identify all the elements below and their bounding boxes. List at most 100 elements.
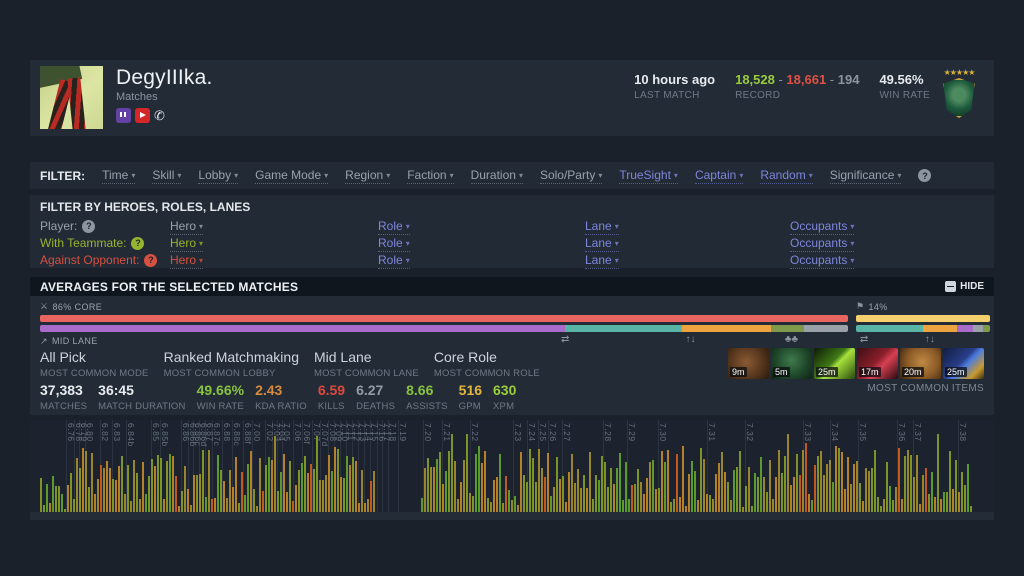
twitch-icon[interactable]	[116, 108, 131, 123]
dropdown-player-hero[interactable]: Hero▾	[170, 219, 203, 235]
filter-dropdown-label: Faction	[407, 168, 446, 182]
averages-panel: ⚔ 86% CORE ↗ MID LANE ⇄↑↓♣♣ ⚑ 14% ⇄↑↓ Al…	[30, 296, 994, 415]
item-boots-of-travel-icon[interactable]: 20m	[900, 348, 941, 379]
filter-dropdown-skill[interactable]: Skill▾	[152, 168, 181, 184]
stat-xpm: 630XPM	[493, 382, 516, 412]
filter-dropdown-game-mode[interactable]: Game Mode▾	[255, 168, 328, 184]
dropdown-opponent-occupants[interactable]: Occupants▾	[790, 253, 854, 269]
filter-dropdown-label: Skill	[152, 168, 174, 182]
item-bloodthorn-icon[interactable]: 17m	[857, 348, 898, 379]
histogram-bar	[868, 471, 870, 512]
record-stat: 18,528 - 18,661 - 194 RECORD	[735, 72, 859, 101]
item-ethereal-blade-icon[interactable]: 25m	[814, 348, 855, 379]
chevron-down-icon: ▾	[406, 239, 410, 248]
histogram-bar	[910, 455, 912, 512]
trees-icon: ♣♣	[785, 334, 798, 345]
lane-segment	[856, 325, 923, 332]
dropdown-teammate-role[interactable]: Role▾	[378, 236, 410, 252]
dropdown-opponent-hero[interactable]: Hero▾	[170, 253, 203, 269]
patch-tick-label: 7.22	[470, 423, 480, 442]
histogram-bar	[814, 465, 816, 512]
histogram-bar	[184, 466, 186, 512]
histogram-bar	[373, 471, 375, 512]
hero-filter-row-teammate: With Teammate:?Hero▾Role▾Lane▾Occupants▾	[40, 235, 984, 252]
histogram-bar	[832, 482, 834, 512]
most-common-role: Core RoleMOST COMMON ROLE	[434, 349, 540, 379]
core-role-graph: ⚔ 86% CORE ↗ MID LANE ⇄↑↓♣♣	[40, 301, 848, 348]
item-helm-icon[interactable]: 5m	[771, 348, 812, 379]
histogram-bar	[268, 457, 270, 512]
histogram-bar	[46, 484, 48, 512]
filter-dropdown-label: Significance	[830, 168, 895, 182]
minus-square-icon	[945, 281, 956, 292]
histogram-bar	[931, 472, 933, 512]
stat-value: 36:45	[98, 382, 185, 398]
item-boots-icon[interactable]: 9m	[728, 348, 769, 379]
phone-icon[interactable]: ✆	[154, 108, 165, 123]
histogram-bar	[952, 489, 954, 512]
histogram-bar	[940, 499, 942, 512]
histogram-bar	[571, 454, 573, 512]
dropdown-opponent-lane[interactable]: Lane▾	[585, 253, 619, 269]
filter-dropdown-solo-party[interactable]: Solo/Party▾	[540, 168, 602, 184]
histogram-bar	[865, 468, 867, 512]
patch-tick-label: 6.83	[112, 423, 122, 442]
dropdown-teammate-hero[interactable]: Hero▾	[170, 236, 203, 252]
filter-dropdown-duration[interactable]: Duration▾	[471, 168, 523, 184]
patch-tick-label: 7.29	[627, 423, 637, 442]
histogram-bar	[250, 451, 252, 512]
histogram-bar	[829, 460, 831, 512]
dropdown-player-role[interactable]: Role▾	[378, 219, 410, 235]
filter-dropdown-faction[interactable]: Faction▾	[407, 168, 453, 184]
filter-help-icon[interactable]: ?	[918, 169, 931, 182]
filter-dropdown-random[interactable]: Random▾	[760, 168, 812, 184]
filter-dropdown-truesight[interactable]: TrueSight▾	[619, 168, 678, 184]
help-icon[interactable]: ?	[131, 237, 144, 250]
filter-dropdown-label: Random	[760, 168, 805, 182]
histogram-bar	[616, 468, 618, 512]
dropdown-player-lane[interactable]: Lane▾	[585, 219, 619, 235]
item-dagon-icon[interactable]: 25m	[943, 348, 984, 379]
histogram-bar	[430, 467, 432, 512]
help-icon[interactable]: ?	[144, 254, 157, 267]
filter-dropdown-time[interactable]: Time▾	[102, 168, 135, 184]
stat-match-duration: 36:45MATCH DURATION	[98, 382, 185, 412]
dropdown-player-occupants[interactable]: Occupants▾	[790, 219, 854, 235]
histogram-bar	[235, 457, 237, 512]
avatar[interactable]	[40, 66, 103, 129]
histogram-bar	[202, 450, 204, 512]
histogram-bar	[826, 464, 828, 512]
rank-shield	[942, 78, 976, 118]
page-title: DegyIIIka.	[116, 66, 213, 90]
youtube-icon[interactable]	[135, 108, 150, 123]
histogram-bar	[82, 448, 84, 512]
histogram-bar	[244, 495, 246, 512]
dropdown-teammate-lane[interactable]: Lane▾	[585, 236, 619, 252]
histogram-bar	[478, 446, 480, 512]
histogram-bar	[769, 460, 771, 512]
dropdown-teammate-occupants[interactable]: Occupants▾	[790, 236, 854, 252]
most-common-label: MOST COMMON LOBBY	[164, 368, 299, 379]
most-common-items-label: MOST COMMON ITEMS	[728, 383, 984, 394]
hide-button[interactable]: HIDE	[945, 281, 984, 292]
histogram-bar	[967, 464, 969, 512]
histogram-bar	[370, 481, 372, 512]
filter-dropdown-lobby[interactable]: Lobby▾	[198, 168, 238, 184]
histogram-bar	[190, 505, 192, 512]
histogram-bar	[949, 451, 951, 513]
filter-dropdown-captain[interactable]: Captain▾	[695, 168, 743, 184]
histogram-bar	[337, 449, 339, 512]
patch-tick-label: 7.23	[513, 423, 523, 442]
histogram-bar	[355, 461, 357, 512]
histogram-bar	[775, 477, 777, 512]
stat-win-rate: 49.66%WIN RATE	[197, 382, 244, 412]
histogram-bar	[40, 478, 42, 512]
histogram-bar	[688, 474, 690, 512]
histogram-bar	[514, 496, 516, 512]
filter-dropdown-region[interactable]: Region▾	[345, 168, 390, 184]
help-icon[interactable]: ?	[82, 220, 95, 233]
dropdown-opponent-role[interactable]: Role▾	[378, 253, 410, 269]
histogram-bar	[757, 477, 759, 512]
histogram-bar	[130, 501, 132, 512]
filter-dropdown-significance[interactable]: Significance▾	[830, 168, 902, 184]
